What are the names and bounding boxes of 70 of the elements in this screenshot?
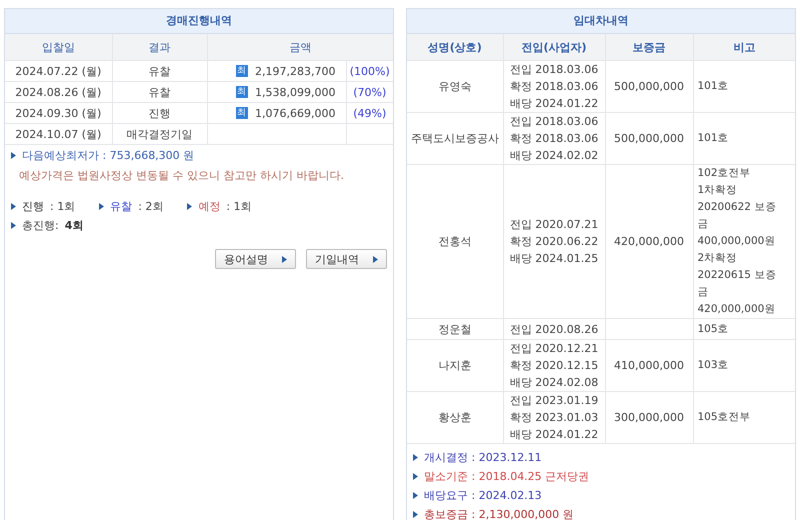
- link-button[interactable]: 기일내역: [306, 249, 387, 269]
- bullet-icon: [413, 492, 418, 499]
- minimum-price-badge: 최: [236, 65, 248, 78]
- table-cell: 황상훈: [407, 392, 503, 444]
- table-cell: 전입 2020.08.26: [503, 318, 605, 340]
- table-cell: 정운철: [407, 318, 503, 340]
- table-cell: 유영숙: [407, 60, 503, 112]
- table-cell: 전홍석: [407, 164, 503, 318]
- bullet-icon: [413, 511, 418, 518]
- info-text: 총보증금 : 2,130,000,000 원: [424, 507, 574, 520]
- column-header: 비고: [693, 34, 795, 60]
- stat-value: : 1회: [226, 198, 252, 214]
- deposit-text: 410,000,000: [614, 359, 684, 372]
- bullet-icon: [413, 454, 418, 461]
- table-cell: 전입 2020.07.21 확정 2020.06.22 배당 2024.01.25: [503, 164, 605, 318]
- bullet-icon: [11, 152, 16, 158]
- arrow-icon: [282, 256, 287, 262]
- table-cell: 유찰: [112, 82, 207, 102]
- bullet-icon: [413, 473, 418, 480]
- table-cell: 2024.07.22 (월): [5, 60, 112, 82]
- deposit-text: 300,000,000: [614, 411, 684, 424]
- panel-title: 임대차내역: [407, 9, 795, 34]
- info-text: 말소기준 : 2018.04.25 근저당권: [424, 469, 590, 484]
- table-cell: 나지훈: [407, 340, 503, 392]
- column-header: 입찰일: [5, 34, 112, 60]
- total-label: 총진행:: [22, 218, 59, 232]
- stat-label: 유찰: [110, 198, 132, 214]
- info-text: 배당요구 : 2024.02.13: [424, 488, 542, 503]
- total-value: 4회: [64, 218, 84, 232]
- table-cell: 매각결정기일: [112, 124, 207, 144]
- table-cell: 유찰: [112, 60, 207, 82]
- table-cell: 진행: [112, 102, 207, 124]
- bullet-icon: [187, 202, 192, 210]
- deposit-text: 500,000,000: [614, 80, 684, 93]
- table-cell: 전입 2020.12.21 확정 2020.12.15 배당 2024.02.08: [503, 340, 605, 392]
- table-cell: 전입 2018.03.06 확정 2018.03.06 배당 2024.02.02: [503, 112, 605, 164]
- table-cell: 주택도시보증공사: [407, 112, 503, 164]
- bullet-icon: [11, 202, 16, 210]
- table-cell: 전입 2023.01.19 확정 2023.01.03 배당 2024.01.22: [503, 392, 605, 444]
- column-header: 결과: [112, 34, 207, 60]
- stat-label: 예정: [198, 198, 220, 214]
- minimum-price-badge: 최: [236, 86, 248, 98]
- info-text: 개시결정 : 2023.12.11: [424, 450, 542, 465]
- bullet-icon: [99, 202, 104, 210]
- panel-title: 경매진행내역: [5, 9, 393, 34]
- table-cell: 2024.09.30 (월): [5, 102, 112, 124]
- deposit-text: 420,000,000: [614, 235, 684, 248]
- minimum-price-badge: 최: [236, 107, 248, 120]
- amount-text: 1,076,669,000: [255, 106, 336, 120]
- column-header: 성명(상호): [407, 34, 503, 60]
- link-button[interactable]: 용어설명: [215, 249, 296, 269]
- column-header: 전입(사업자): [503, 34, 605, 60]
- arrow-icon: [373, 256, 378, 262]
- column-header: 보증금: [605, 34, 693, 60]
- amount-text: 1,538,099,000: [255, 86, 336, 98]
- table-cell: 전입 2018.03.06 확정 2018.03.06 배당 2024.01.22: [503, 60, 605, 112]
- percent-text: (70%): [353, 86, 386, 98]
- table-cell: 2024.10.07 (월): [5, 124, 112, 144]
- bullet-icon: [11, 222, 16, 228]
- amount-text: 2,197,283,700: [255, 64, 336, 78]
- table-cell: 2024.08.26 (월): [5, 82, 112, 102]
- stat-value: : 1회: [50, 198, 76, 214]
- next-price-text: 다음예상최저가 : 753,668,300 원: [22, 148, 194, 162]
- notice-text: 예상가격은 법원사정상 변동될 수 있으니 참고만 하시기 바랍니다.: [18, 168, 345, 184]
- stat-label: 진행: [22, 198, 44, 214]
- column-header: 금액: [207, 34, 393, 60]
- percent-text: (100%): [350, 64, 390, 78]
- deposit-text: 500,000,000: [614, 132, 684, 145]
- percent-text: (49%): [353, 106, 386, 120]
- stat-value: : 2회: [138, 198, 164, 214]
